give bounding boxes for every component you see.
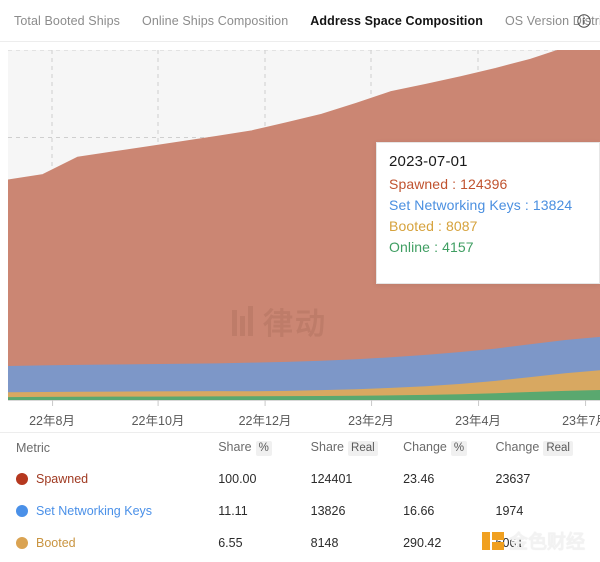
header-share-pct-label: Share bbox=[218, 440, 251, 454]
row-label-booted: Booted bbox=[36, 536, 76, 550]
x-tick-2: 22年12月 bbox=[239, 410, 292, 429]
row-change-pct-booted: 290.42 bbox=[403, 536, 495, 550]
x-tick-label-5: 23年7月 bbox=[562, 414, 600, 428]
header-metric-label: Metric bbox=[16, 441, 50, 455]
legend-dot-spawned bbox=[16, 473, 28, 485]
x-tick-label-4: 23年4月 bbox=[455, 414, 501, 428]
row-label-set-networking-keys: Set Networking Keys bbox=[36, 504, 152, 518]
row-share-pct-spawned: 100.00 bbox=[218, 472, 310, 486]
tab-total-booted-ships[interactable]: Total Booted Ships bbox=[14, 14, 120, 28]
tooltip-sep-set-networking-keys: : bbox=[521, 197, 533, 213]
row-metric-booted: Booted bbox=[16, 536, 218, 550]
tab-bar: Total Booted Ships Online Ships Composit… bbox=[0, 0, 600, 42]
header-change-pct-badge: % bbox=[451, 441, 467, 456]
legend-dot-booted bbox=[16, 537, 28, 549]
info-circle-icon[interactable] bbox=[576, 13, 592, 29]
tooltip-row-set-networking-keys: Set Networking Keys : 13824 bbox=[389, 197, 599, 213]
header-share-pct-badge: % bbox=[256, 441, 272, 456]
chart-container: 律动 2023-07-01 Spawned : 124396 Set Netwo… bbox=[0, 42, 600, 432]
tooltip-row-online: Online : 4157 bbox=[389, 239, 599, 255]
header-share-real: Share Real bbox=[311, 440, 403, 456]
x-tick-mark-4 bbox=[478, 400, 479, 406]
x-tick-4: 23年4月 bbox=[455, 410, 501, 429]
x-tick-label-1: 22年10月 bbox=[132, 414, 185, 428]
row-metric-set-networking-keys: Set Networking Keys bbox=[16, 504, 218, 518]
tooltip-label-spawned: Spawned bbox=[389, 176, 448, 192]
header-share-real-label: Share bbox=[311, 440, 344, 454]
row-change-real-booted: 6061 bbox=[496, 536, 588, 550]
tooltip-sep-online: : bbox=[430, 239, 442, 255]
header-change-real: ChangeReal bbox=[496, 440, 588, 456]
row-share-real-spawned: 124401 bbox=[311, 472, 403, 486]
row-share-real-set-networking-keys: 13826 bbox=[311, 504, 403, 518]
x-tick-5: 23年7月 bbox=[562, 410, 600, 429]
header-change-real-badge: Real bbox=[543, 441, 573, 456]
row-change-real-set-networking-keys: 1974 bbox=[496, 504, 588, 518]
x-tick-label-3: 23年2月 bbox=[348, 414, 394, 428]
row-share-real-booted: 8148 bbox=[311, 536, 403, 550]
x-tick-1: 22年10月 bbox=[132, 410, 185, 429]
legend-dot-set-networking-keys bbox=[16, 505, 28, 517]
tooltip-value-set-networking-keys: 13824 bbox=[533, 197, 572, 213]
tab-online-ships-composition[interactable]: Online Ships Composition bbox=[142, 14, 288, 28]
row-metric-spawned: Spawned bbox=[16, 472, 218, 486]
table-row[interactable]: Set Networking Keys 11.11 13826 16.66 19… bbox=[0, 495, 600, 527]
table-header-row: Metric Share% ShareReal Change% ChangeRe… bbox=[0, 433, 600, 463]
row-share-pct-set-networking-keys: 11.11 bbox=[218, 504, 310, 518]
tooltip-value-booted: 8087 bbox=[446, 218, 478, 234]
tooltip-value-online: 4157 bbox=[442, 239, 474, 255]
x-axis: 22年8月 22年10月 22年12月 23年2月 23年4月 23年7月 bbox=[0, 400, 600, 432]
tab-address-space-composition[interactable]: Address Space Composition bbox=[310, 14, 483, 28]
x-axis-line bbox=[8, 400, 600, 401]
x-tick-mark-0 bbox=[52, 400, 53, 406]
row-change-pct-spawned: 23.46 bbox=[403, 472, 495, 486]
table-row[interactable]: Booted 6.55 8148 290.42 6061 bbox=[0, 527, 600, 559]
x-tick-mark-3 bbox=[371, 400, 372, 406]
header-change-pct-label: Change bbox=[403, 440, 447, 454]
x-tick-mark-5 bbox=[585, 400, 586, 406]
tooltip-sep-spawned: : bbox=[448, 176, 460, 192]
x-tick-label-2: 22年12月 bbox=[239, 414, 292, 428]
row-change-real-spawned: 23637 bbox=[496, 472, 588, 486]
tooltip-value-spawned: 124396 bbox=[460, 176, 507, 192]
x-tick-label-0: 22年8月 bbox=[29, 414, 75, 428]
header-share-real-badge: Real bbox=[348, 441, 378, 456]
tooltip-label-booted: Booted bbox=[389, 218, 434, 234]
metrics-table: Metric Share% ShareReal Change% ChangeRe… bbox=[0, 432, 600, 562]
header-metric: Metric bbox=[16, 441, 218, 455]
chart-tooltip: 2023-07-01 Spawned : 124396 Set Networki… bbox=[376, 142, 600, 284]
tooltip-label-set-networking-keys: Set Networking Keys bbox=[389, 197, 521, 213]
x-tick-mark-2 bbox=[265, 400, 266, 406]
tooltip-date: 2023-07-01 bbox=[389, 153, 599, 170]
tooltip-row-booted: Booted : 8087 bbox=[389, 218, 599, 234]
header-share-pct: Share% bbox=[218, 440, 310, 456]
tooltip-row-spawned: Spawned : 124396 bbox=[389, 176, 599, 192]
table-row[interactable]: Spawned 100.00 124401 23.46 23637 bbox=[0, 463, 600, 495]
tooltip-sep-booted: : bbox=[434, 218, 446, 234]
row-change-pct-set-networking-keys: 16.66 bbox=[403, 504, 495, 518]
row-share-pct-booted: 6.55 bbox=[218, 536, 310, 550]
x-tick-3: 23年2月 bbox=[348, 410, 394, 429]
x-tick-mark-1 bbox=[158, 400, 159, 406]
row-label-spawned: Spawned bbox=[36, 472, 88, 486]
address-space-composition-panel: Total Booted Ships Online Ships Composit… bbox=[0, 0, 600, 561]
header-change-real-label: Change bbox=[496, 440, 540, 454]
tooltip-label-online: Online bbox=[389, 239, 430, 255]
header-change-pct: Change% bbox=[403, 440, 495, 456]
x-tick-0: 22年8月 bbox=[29, 410, 75, 429]
